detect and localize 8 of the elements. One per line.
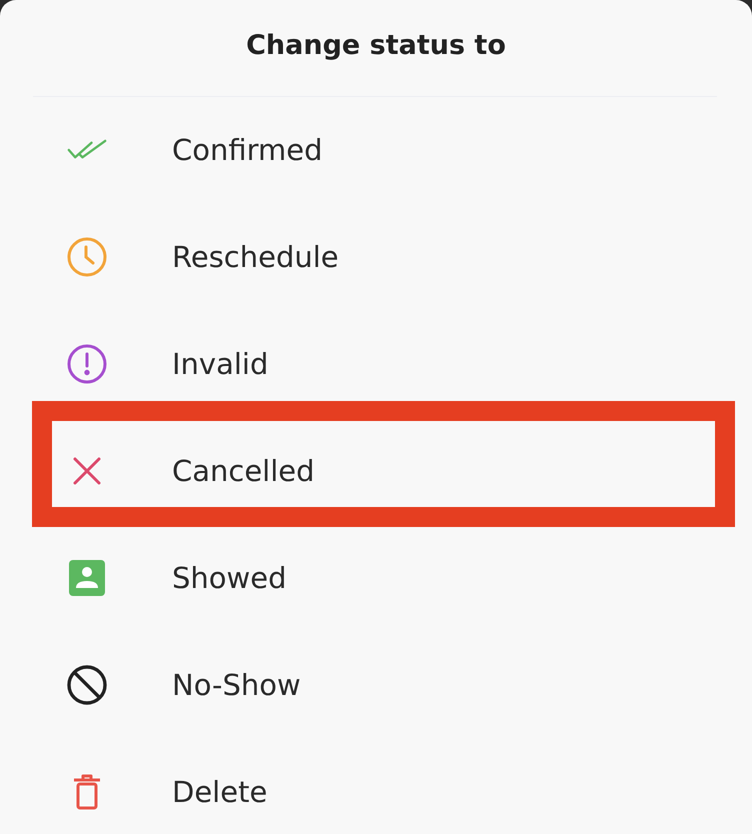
status-option[interactable]: Showed <box>33 538 717 618</box>
status-option[interactable]: Reschedule <box>33 217 717 297</box>
status-option[interactable]: No-Show <box>33 645 717 725</box>
sheet-title: Change status to <box>246 30 506 60</box>
status-option[interactable]: Delete <box>33 752 717 832</box>
status-option[interactable]: Cancelled <box>32 401 735 527</box>
status-option[interactable]: Invalid <box>33 324 717 404</box>
status-option[interactable]: Confirmed <box>33 110 717 190</box>
